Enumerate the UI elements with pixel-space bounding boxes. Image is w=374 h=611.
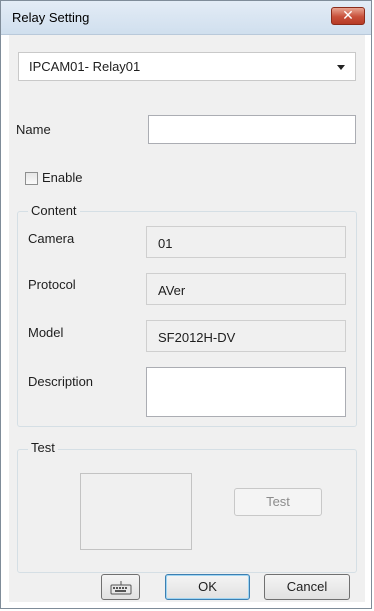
test-preview: [80, 473, 192, 550]
relay-setting-dialog: Relay Setting ✕ IPCAM01- Relay01 Name En…: [0, 0, 372, 609]
name-label: Name: [16, 122, 51, 137]
model-label: Model: [28, 325, 64, 340]
keyboard-button[interactable]: [101, 574, 140, 600]
protocol-field: AVer: [146, 273, 346, 305]
description-label: Description: [28, 374, 94, 389]
relay-select[interactable]: IPCAM01- Relay01: [18, 52, 356, 81]
test-group-title: Test: [28, 440, 58, 455]
protocol-label: Protocol: [28, 277, 76, 292]
protocol-value: AVer: [158, 283, 186, 298]
camera-label: Camera: [28, 231, 75, 246]
cancel-button[interactable]: Cancel: [264, 574, 350, 600]
relay-select-value: IPCAM01- Relay01: [29, 59, 141, 74]
camera-field: 01: [146, 226, 346, 258]
keyboard-icon: [110, 581, 132, 598]
close-icon: ✕: [342, 7, 354, 23]
model-value: SF2012H-DV: [158, 330, 236, 345]
title-bar[interactable]: Relay Setting ✕: [1, 1, 371, 35]
dialog-body: IPCAM01- Relay01 Name Enable Content Cam…: [9, 35, 365, 602]
description-input[interactable]: [146, 367, 346, 417]
enable-checkbox[interactable]: [25, 172, 38, 185]
ok-button[interactable]: OK: [165, 574, 250, 600]
content-group-title: Content: [28, 203, 80, 218]
window-title: Relay Setting: [12, 10, 90, 25]
close-button[interactable]: ✕: [331, 7, 365, 25]
camera-value: 01: [158, 236, 173, 251]
model-field: SF2012H-DV: [146, 320, 346, 352]
chevron-down-icon[interactable]: [337, 65, 345, 70]
name-input[interactable]: [148, 115, 356, 144]
test-button[interactable]: Test: [234, 488, 322, 516]
enable-label[interactable]: Enable: [42, 170, 82, 185]
